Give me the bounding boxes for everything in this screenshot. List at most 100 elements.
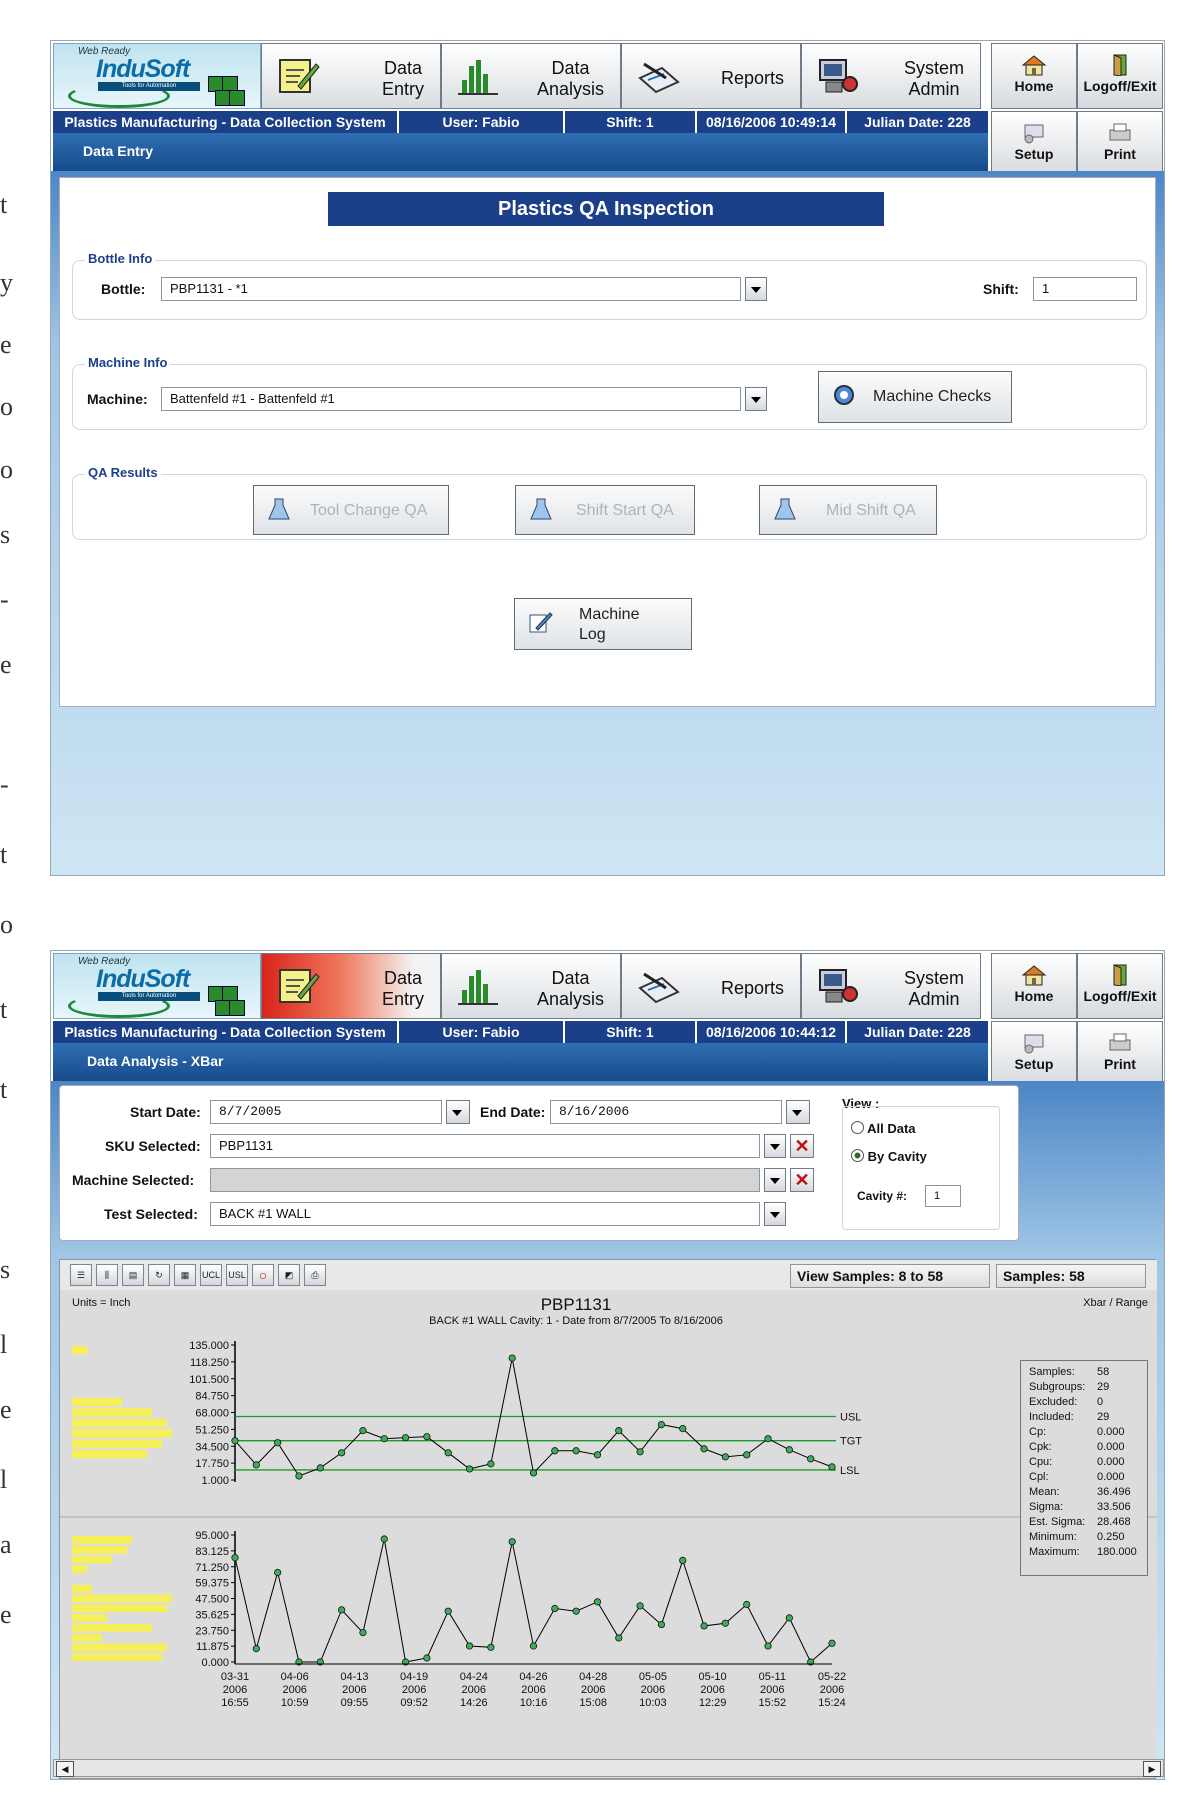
logoff-exit-button[interactable]: Logoff/Exit	[1077, 43, 1163, 109]
stat-row: Minimum: 0.250	[1021, 1530, 1147, 1545]
stat-row: Cp: 0.000	[1021, 1425, 1147, 1440]
range-y-tick-label: 95.000	[195, 1530, 229, 1542]
range-data-point	[231, 1554, 239, 1562]
range-data-point	[572, 1607, 580, 1615]
range-histogram-bar	[72, 1643, 167, 1652]
scroll-left-button[interactable]: ◀	[56, 1761, 74, 1777]
machine-dropdown-button[interactable]	[745, 387, 767, 411]
cavity-input[interactable]: 1	[925, 1185, 961, 1207]
computer-gear-icon	[819, 59, 858, 93]
data-analysis-label: Data Analysis	[536, 968, 604, 1009]
ucl-icon[interactable]: UCL	[200, 1264, 222, 1286]
circle-icon[interactable]: ○	[252, 1264, 274, 1286]
home-button[interactable]: Home	[991, 953, 1077, 1019]
scroll-right-button[interactable]: ▶	[1143, 1761, 1161, 1777]
xbar-histogram-bar	[72, 1449, 147, 1459]
chart-toolbar: ☰ ⫼ ▤ ↻ ▦ UCL USL ○ ◩ ⎙	[60, 1260, 1157, 1291]
cubes-icon	[204, 76, 245, 106]
stat-row: Est. Sigma: 28.468	[1021, 1515, 1147, 1530]
edge-letter: s	[0, 1255, 11, 1284]
data-entry-button[interactable]: Data Entry	[261, 43, 441, 109]
xbar-y-tick-label: 17.750	[195, 1458, 229, 1470]
edge-letter: e	[0, 1600, 12, 1629]
system-admin-button[interactable]: System Admin	[801, 953, 981, 1019]
usl-icon[interactable]: USL	[226, 1264, 248, 1286]
view-group: All Data By Cavity Cavity #: 1	[842, 1106, 1000, 1230]
machine-dropdown-button[interactable]	[764, 1168, 786, 1192]
sku-select[interactable]: PBP1131	[210, 1134, 760, 1158]
print-label: Print	[1104, 146, 1136, 162]
reports-button[interactable]: Reports	[621, 953, 801, 1019]
x-tick-label: 04-28	[579, 1671, 607, 1683]
flask-icon	[268, 498, 290, 520]
bottle-info-group: Bottle Info Bottle: PBP1131 - *1 Shift: …	[72, 251, 1147, 320]
flask-icon	[774, 498, 796, 520]
data-analysis-button[interactable]: Data Analysis	[441, 43, 621, 109]
machine-info-group: Machine Info Machine: Battenfeld #1 - Ba…	[72, 355, 1147, 430]
print-button[interactable]: Print	[1077, 1021, 1163, 1087]
range-data-point	[444, 1607, 452, 1615]
range-data-point	[743, 1600, 751, 1609]
shift-input[interactable]: 1	[1033, 277, 1137, 301]
end-date-input[interactable]: 8/16/2006	[550, 1100, 782, 1124]
histogram-icon[interactable]: ▦	[174, 1264, 196, 1286]
mid-shift-qa-button[interactable]: Mid Shift QA	[759, 485, 937, 535]
xbar-limit-label: USL	[840, 1412, 861, 1424]
xbar-data-point	[743, 1451, 751, 1459]
setup-icon	[1024, 1034, 1044, 1054]
x-tick-label: 16:55	[221, 1697, 249, 1709]
tool-change-qa-label: Tool Change QA	[310, 502, 428, 519]
xbar-y-tick-label: 84.750	[195, 1391, 229, 1403]
test-dropdown-button[interactable]	[764, 1202, 786, 1226]
page-title: Plastics QA Inspection	[328, 192, 884, 226]
range-histogram-bar	[72, 1536, 132, 1544]
test-select[interactable]: BACK #1 WALL	[210, 1202, 760, 1226]
bottle-dropdown-button[interactable]	[745, 277, 767, 301]
setup-button[interactable]: Setup	[991, 111, 1077, 177]
setup-button[interactable]: Setup	[991, 1021, 1077, 1087]
shift-start-qa-button[interactable]: Shift Start QA	[515, 485, 695, 535]
bottle-select[interactable]: PBP1131 - *1	[161, 277, 741, 301]
calendar-end-button[interactable]	[786, 1100, 810, 1124]
machine-log-button[interactable]: Machine Log	[514, 598, 692, 650]
settings-icon[interactable]: ☰	[70, 1264, 92, 1286]
range-histogram-bar	[72, 1653, 162, 1661]
print-button[interactable]: Print	[1077, 111, 1163, 177]
chart-icon[interactable]: ◩	[278, 1264, 300, 1286]
range-data-point	[764, 1642, 772, 1650]
horizontal-scrollbar-track[interactable]: ◀ ▶	[53, 1759, 1164, 1777]
home-button[interactable]: Home	[991, 43, 1077, 109]
data-analysis-button[interactable]: Data Analysis	[441, 953, 621, 1019]
all-data-radio[interactable]: All Data	[851, 1121, 916, 1136]
start-date-input[interactable]: 8/7/2005	[210, 1100, 442, 1124]
stat-value: 36.496	[1097, 1486, 1131, 1498]
tool-change-qa-button[interactable]: Tool Change QA	[253, 485, 449, 535]
sku-clear-button[interactable]: ✕	[790, 1134, 814, 1158]
xbar-data-point	[657, 1420, 666, 1429]
system-admin-button[interactable]: System Admin	[801, 43, 981, 109]
range-data-point	[700, 1622, 708, 1630]
by-cavity-radio[interactable]: By Cavity	[851, 1149, 927, 1164]
data-entry-button[interactable]: Data Entry	[261, 953, 441, 1019]
stat-key: Cpu:	[1029, 1456, 1053, 1468]
data-entry-label: Data Entry	[381, 58, 424, 99]
calendar-start-button[interactable]	[446, 1100, 470, 1124]
reports-button[interactable]: Reports	[621, 43, 801, 109]
data-analysis-screen: Web Ready InduSoft Tools for Automation …	[50, 950, 1165, 1780]
printer-icon	[1109, 123, 1131, 141]
table-icon[interactable]: ▤	[122, 1264, 144, 1286]
machine-checks-button[interactable]: Machine Checks	[818, 371, 1012, 423]
machine-select[interactable]: Battenfeld #1 - Battenfeld #1	[161, 387, 741, 411]
sku-dropdown-button[interactable]	[764, 1134, 786, 1158]
logoff-exit-button[interactable]: Logoff/Exit	[1077, 953, 1163, 1019]
machine-selected-select[interactable]	[210, 1168, 760, 1192]
range-y-tick-label: 59.375	[195, 1578, 229, 1590]
bars-icon[interactable]: ⫼	[96, 1264, 118, 1286]
x-tick-label: 04-13	[340, 1671, 368, 1683]
stat-row: Samples: 58	[1021, 1365, 1147, 1380]
refresh-icon[interactable]: ↻	[148, 1264, 170, 1286]
print-icon[interactable]: ⎙	[304, 1264, 326, 1286]
machine-clear-button[interactable]: ✕	[790, 1168, 814, 1192]
x-tick-label: 04-26	[519, 1671, 547, 1683]
xbar-data-point	[508, 1354, 516, 1362]
